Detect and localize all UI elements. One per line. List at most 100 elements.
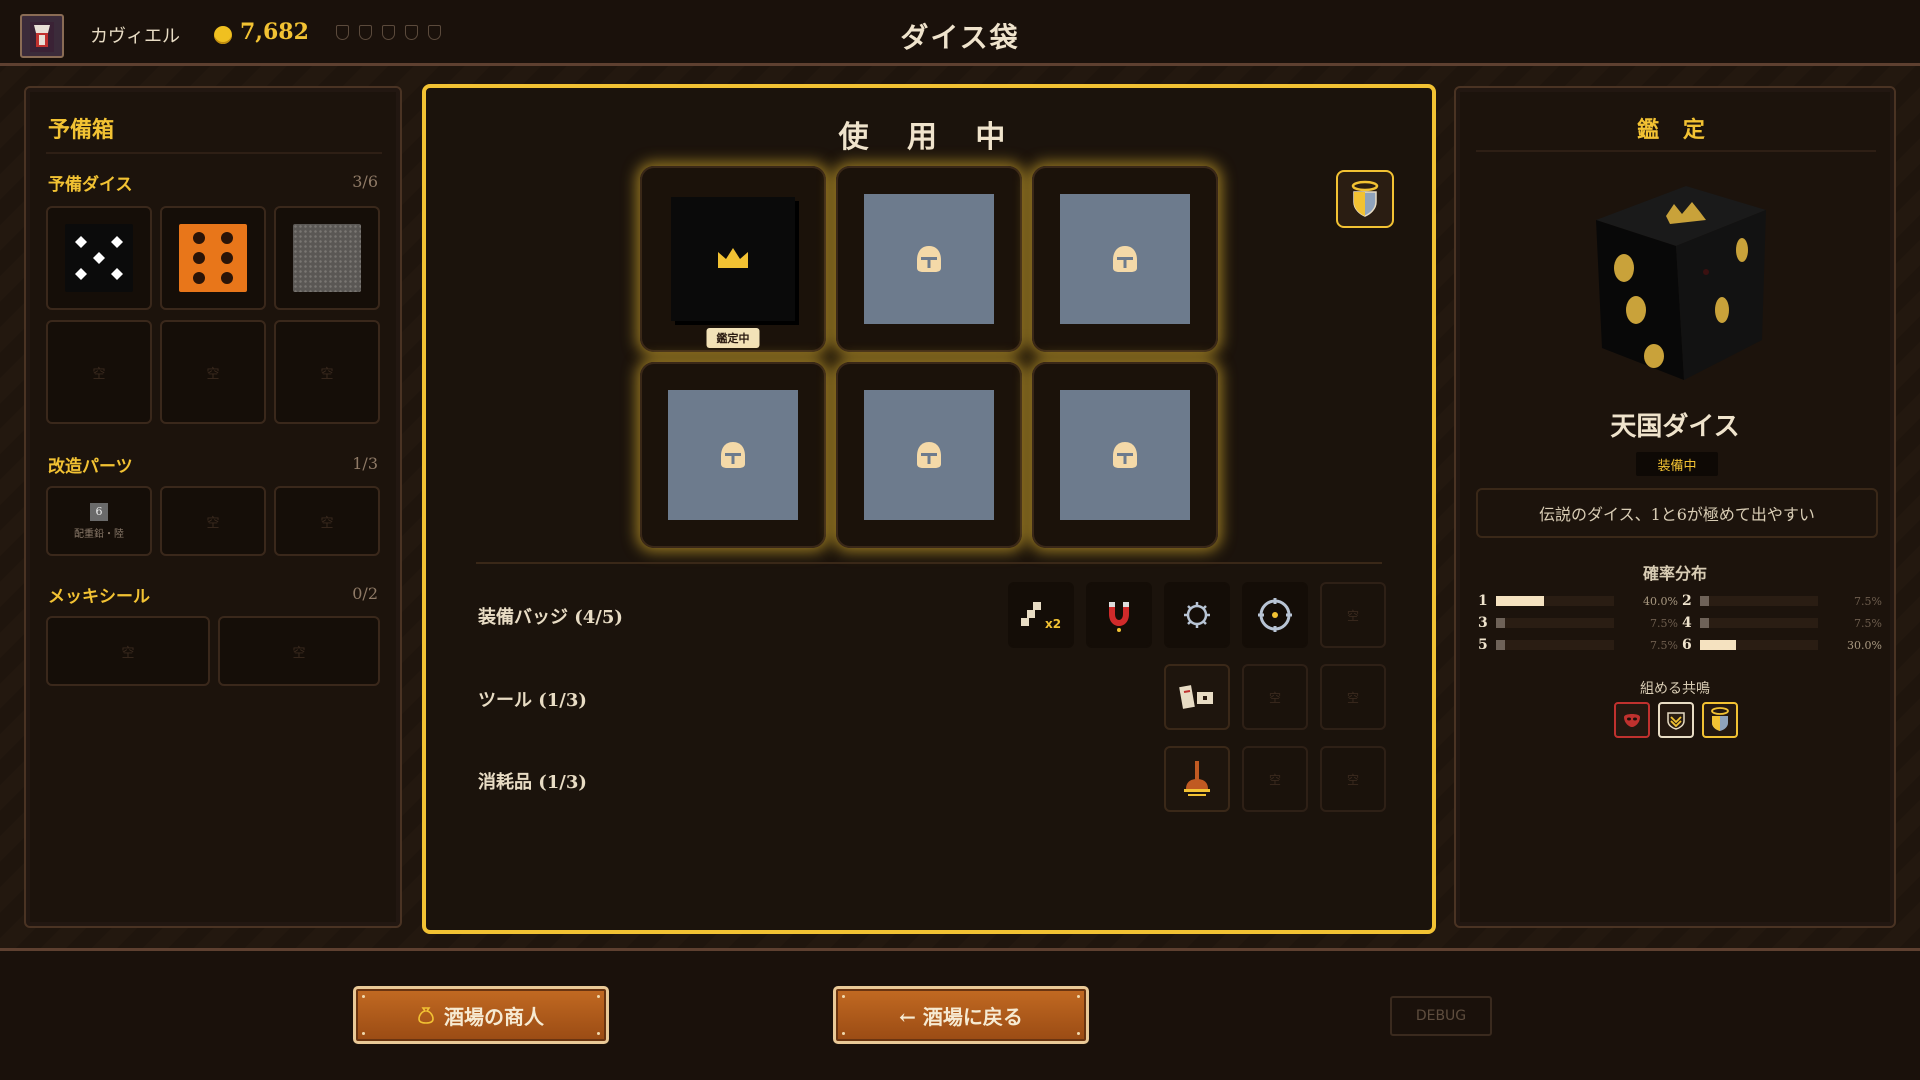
empty-tool-slot[interactable]: 空 [1320,664,1386,730]
probability-row: 4 7.5% [1682,614,1882,632]
empty-consumable-slot[interactable]: 空 [1320,746,1386,812]
knight-helmet-icon [917,442,941,468]
divider [46,152,382,154]
empty-label: 空 [92,366,106,382]
probability-percent: 7.5% [1650,638,1678,652]
appraisal-title: 鑑 定 [1637,117,1713,143]
empty-slot[interactable]: 空 [46,616,210,686]
reserve-dice-count: 3/6 [352,172,378,191]
badges-label: 装備バッジ (4/5) [478,607,623,628]
steel-die-face [864,194,994,324]
probability-bar [1700,640,1818,650]
empty-label: 空 [320,366,334,382]
active-dice-slot[interactable] [836,166,1022,352]
resonance-slot[interactable] [1702,702,1738,738]
probability-row: 2 7.5% [1682,592,1882,610]
face-number: 4 [1682,615,1692,631]
empty-label: 空 [1346,690,1359,705]
knight-helmet-icon [1113,442,1137,468]
active-title: 使 用 中 [838,120,1020,155]
probability-bar [1496,640,1614,650]
empty-slot[interactable]: 空 [160,486,266,556]
plunger-icon [1184,761,1210,796]
face-number: 3 [1478,615,1488,631]
tools-label: ツール (1/3) [478,690,587,711]
mod-part-slot[interactable]: 6 配重鉛・陸 [46,486,152,556]
knight-helmet-icon [1113,246,1137,272]
heaven-die-3d-icon [1596,186,1766,380]
resonance-title: 組める共鳴 [1640,681,1710,697]
debug-button[interactable]: DEBUG [1390,996,1492,1036]
empty-slot[interactable]: 空 [160,320,266,424]
probability-row: 3 7.5% [1478,614,1678,632]
active-dice-slot[interactable] [836,362,1022,548]
active-dice-slot[interactable]: 鑑定中 [640,166,826,352]
halo-shield-badge[interactable] [1336,170,1394,228]
appraising-tag: 鑑定中 [706,328,760,348]
tool-slot[interactable] [1164,664,1230,730]
consumable-slot[interactable] [1164,746,1230,812]
reserve-title: 予備箱 [48,117,115,143]
heaven-die-face [671,197,795,321]
merchant-button[interactable]: 酒場の商人 [353,986,609,1044]
active-dice-slot[interactable] [640,362,826,548]
empty-label: 空 [121,645,135,661]
target-icon [1258,598,1292,632]
emblem-icon [1667,712,1685,730]
badge-slot[interactable] [1164,582,1230,648]
magnet-icon [1109,602,1129,632]
reserve-dice-slot[interactable] [46,206,152,310]
weight-part-icon: 6 [90,502,108,521]
empty-slot[interactable]: 空 [46,320,152,424]
resonance-slot[interactable] [1614,702,1650,738]
empty-label: 空 [320,515,334,531]
mod-part-caption: 配重鉛・陸 [74,528,124,540]
probability-fill [1496,596,1544,606]
black-die-icon [65,224,133,292]
back-to-tavern-button[interactable]: ← 酒場に戻る [833,986,1089,1044]
resonance-slot[interactable] [1658,702,1694,738]
empty-slot[interactable]: 空 [218,616,380,686]
reserve-dice-slot[interactable] [274,206,380,310]
active-dice-slot[interactable] [1032,362,1218,548]
probability-bar [1496,596,1614,606]
badge-slot[interactable] [1086,582,1152,648]
empty-label: 空 [1346,608,1359,623]
empty-slot[interactable]: 空 [274,320,380,424]
gear-icon [1184,602,1210,628]
empty-tool-slot[interactable]: 空 [1242,664,1308,730]
top-bar: カヴィエル 7,682 ダイス袋 [0,0,1920,66]
probability-percent: 7.5% [1854,594,1882,608]
divider [1476,150,1876,152]
knight-helmet-icon [917,246,941,272]
face-number: 2 [1682,593,1692,609]
probability-percent: 7.5% [1854,616,1882,630]
mod-parts-label: 改造パーツ [48,457,133,477]
probability-fill [1700,640,1736,650]
badge-slot[interactable]: x2 [1008,582,1074,648]
steel-die-face [1060,390,1190,520]
steel-die-face [864,390,994,520]
knight-helmet-icon [721,442,745,468]
merchant-button-label: 酒場の商人 [444,1004,544,1029]
empty-slot[interactable]: 空 [274,486,380,556]
empty-consumable-slot[interactable]: 空 [1242,746,1308,812]
empty-label: 空 [1268,772,1281,787]
halo-shield-icon [1351,180,1379,217]
probability-row: 1 40.0% [1478,592,1678,610]
stone-die-icon [293,224,361,292]
reserve-dice-slot[interactable] [160,206,266,310]
mod-parts-count: 1/3 [352,454,378,473]
probability-bar [1496,618,1614,628]
die-name: 天国ダイス [1610,412,1740,442]
steel-die-face [668,390,798,520]
badge-slot[interactable] [1242,582,1308,648]
double-step-badge-icon: x2 [1021,602,1061,631]
consumables-label: 消耗品 (1/3) [478,772,587,793]
active-panel: 使 用 中 鑑定中 装備バッジ (4/5) x2 空 ツール (1/3) 空 空… [422,84,1436,934]
active-dice-slot[interactable] [1032,166,1218,352]
empty-badge-slot[interactable]: 空 [1320,582,1386,648]
die-description: 伝説のダイス、1と6が極めて出やすい [1476,488,1878,538]
empty-label: 空 [1268,690,1281,705]
seal-count: 0/2 [352,584,378,603]
